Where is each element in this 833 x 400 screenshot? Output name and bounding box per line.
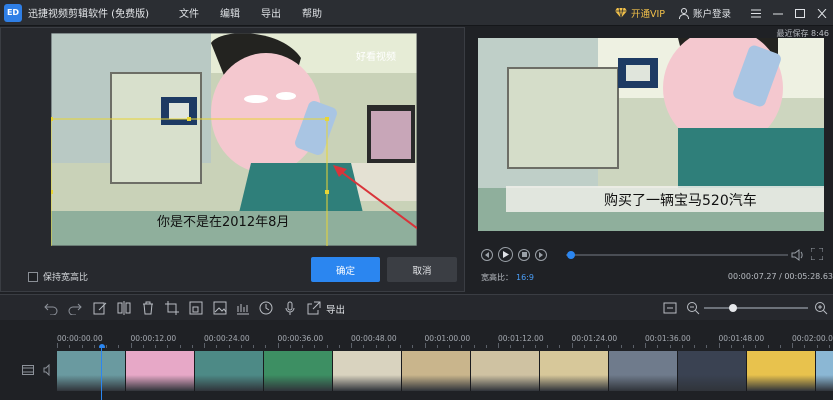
- aspect-ratio-selector[interactable]: 宽高比： 16:9: [481, 272, 534, 283]
- redo-icon[interactable]: [68, 301, 82, 315]
- menu-help[interactable]: 帮助: [302, 5, 322, 20]
- app-logo: ED: [4, 3, 22, 22]
- video-clip-thumbnail[interactable]: [333, 351, 402, 391]
- vip-button[interactable]: 开通VIP: [614, 6, 665, 20]
- timeline-tick-label: 00:01:00.00: [424, 334, 471, 343]
- video-track: [0, 348, 833, 400]
- play-icon[interactable]: [498, 247, 513, 262]
- menu-bar: 文件 编辑 导出 帮助: [179, 5, 343, 20]
- export-button[interactable]: 导出: [326, 302, 345, 316]
- minimize-icon[interactable]: [767, 0, 789, 26]
- timeline-tick-label: 00:01:48.00: [718, 334, 765, 343]
- next-frame-icon[interactable]: [535, 248, 547, 261]
- editor-subtitle: 你是不是在2012年8月: [157, 215, 290, 230]
- title-bar: ED 迅捷视频剪辑软件 (免费版) 文件 编辑 导出 帮助 开通VIP 账户登录: [0, 0, 833, 26]
- video-track-icon: [22, 365, 34, 375]
- menu-file[interactable]: 文件: [179, 5, 199, 20]
- user-icon: [678, 7, 689, 19]
- menu-icon[interactable]: [745, 0, 767, 26]
- image-icon[interactable]: [213, 301, 227, 315]
- video-clip-thumbnail[interactable]: [609, 351, 678, 391]
- video-watermark: 好看视频: [356, 52, 396, 63]
- menu-edit[interactable]: 编辑: [220, 5, 240, 20]
- video-clip-thumbnail[interactable]: [57, 351, 126, 391]
- mute-track-icon[interactable]: [43, 363, 52, 377]
- timeline-tick-label: 00:02:00.00: [792, 334, 833, 343]
- video-clip-thumbnail[interactable]: [540, 351, 609, 391]
- zoom-out-icon[interactable]: [686, 301, 700, 315]
- timeline-ruler[interactable]: 00:00:00.00 00:00:12.00 00:00:24.00 00:00:3…: [0, 321, 833, 350]
- preview-panel: 最近保存 8:46 购买了一辆宝马520汽车 宽高比： 16:9 00:00:0…: [467, 27, 833, 292]
- vip-label: 开通VIP: [630, 9, 665, 20]
- video-clip-thumbnail[interactable]: [195, 351, 264, 391]
- confirm-button[interactable]: 确定: [311, 257, 380, 282]
- menu-export[interactable]: 导出: [261, 5, 281, 20]
- video-clip-thumbnail[interactable]: [126, 351, 195, 391]
- keep-ratio-label: 保持宽高比: [43, 273, 89, 283]
- delete-icon[interactable]: [141, 301, 155, 315]
- clock-icon[interactable]: [259, 301, 273, 315]
- timeline-tick-label: 00:00:12.00: [130, 334, 177, 343]
- video-clip-thumbnail[interactable]: [402, 351, 471, 391]
- aspect-label: 宽高比：: [481, 273, 513, 282]
- account-label: 账户登录: [692, 9, 731, 20]
- video-clip-thumbnail[interactable]: [747, 351, 816, 391]
- zoom-slider[interactable]: [704, 304, 808, 312]
- timeline-tick-label: 00:01:36.00: [645, 334, 691, 343]
- prev-frame-icon[interactable]: [481, 248, 493, 261]
- playback-progress-bar[interactable]: [566, 251, 788, 259]
- stop-icon[interactable]: [518, 248, 530, 261]
- keep-ratio-checkbox[interactable]: 保持宽高比: [28, 270, 88, 283]
- timeline-tick-label: 00:00:00.00: [57, 334, 103, 343]
- video-clip-thumbnail[interactable]: [471, 351, 540, 391]
- timeline-tick-label: 00:01:24.00: [571, 334, 618, 343]
- title-right: 开通VIP 账户登录: [614, 0, 833, 26]
- crop-editor-panel: 好看视频 你是不是在2012年8月 保持宽高比 确定 取消: [0, 27, 465, 292]
- timeline-tick-label: 00:01:12.00: [498, 334, 544, 343]
- time-readout: 00:00:07.27 / 00:05:28.63: [727, 272, 833, 281]
- app-title: 迅捷视频剪辑软件 (免费版): [28, 9, 149, 20]
- fullscreen-icon[interactable]: [811, 248, 823, 260]
- timeline-tick-label: 00:00:48.00: [351, 334, 397, 343]
- preview-subtitle: 购买了一辆宝马520汽车: [604, 193, 757, 209]
- edit-icon[interactable]: [93, 301, 107, 315]
- account-login-button[interactable]: 账户登录: [678, 6, 731, 20]
- playback-controls: [481, 247, 552, 262]
- diamond-icon: [614, 8, 627, 18]
- fit-timeline-icon[interactable]: [663, 301, 677, 315]
- audio-wave-icon[interactable]: [236, 301, 250, 315]
- zoom-in-icon[interactable]: [814, 301, 828, 315]
- edit-toolbar: 导出: [0, 294, 833, 320]
- crop-icon[interactable]: [165, 301, 179, 315]
- video-clip-strip[interactable]: [57, 351, 833, 391]
- playhead-line: [101, 348, 102, 400]
- split-icon[interactable]: [117, 301, 131, 315]
- export-icon[interactable]: [307, 301, 321, 315]
- timeline-tick-label: 00:00:36.00: [277, 334, 324, 343]
- microphone-icon[interactable]: [283, 301, 297, 315]
- video-clip-thumbnail[interactable]: [678, 351, 747, 391]
- video-clip-thumbnail[interactable]: [264, 351, 333, 391]
- zoom-slider-knob[interactable]: [729, 304, 738, 312]
- volume-icon[interactable]: [791, 248, 805, 262]
- maximize-icon[interactable]: [789, 0, 811, 26]
- cancel-button[interactable]: 取消: [387, 257, 457, 282]
- timeline-tick-label: 00:00:24.00: [204, 334, 250, 343]
- checkbox-box[interactable]: [28, 271, 38, 282]
- undo-icon[interactable]: [44, 301, 58, 315]
- preview-video[interactable]: 购买了一辆宝马520汽车: [478, 38, 824, 231]
- resize-icon[interactable]: [189, 301, 203, 315]
- app-window: ED 迅捷视频剪辑软件 (免费版) 文件 编辑 导出 帮助 开通VIP 账户登录: [0, 0, 833, 400]
- track-controls: [22, 363, 52, 379]
- video-clip-thumbnail[interactable]: [816, 351, 833, 391]
- close-icon[interactable]: [811, 0, 833, 26]
- playback-progress-knob[interactable]: [567, 251, 576, 259]
- aspect-value[interactable]: 16:9: [516, 273, 534, 282]
- editor-video-frame[interactable]: 好看视频 你是不是在2012年8月: [51, 33, 417, 246]
